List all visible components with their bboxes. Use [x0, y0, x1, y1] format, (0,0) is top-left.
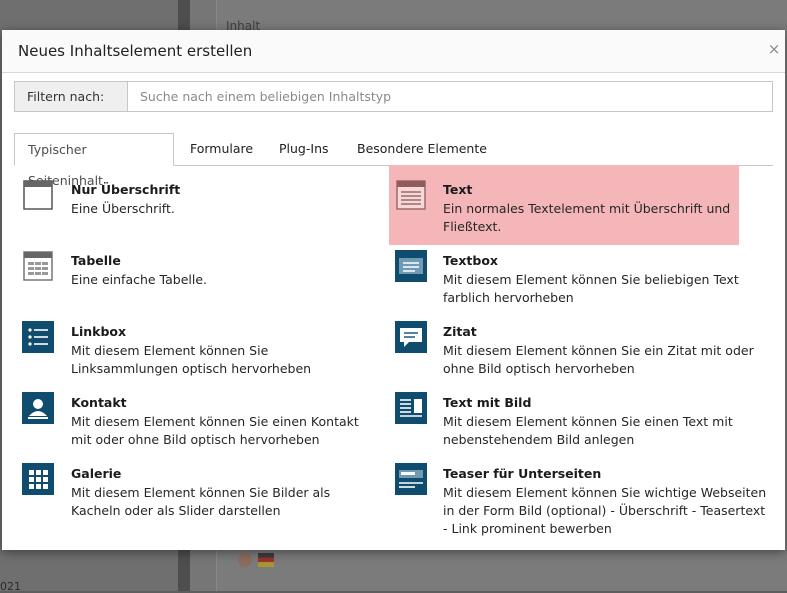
- element-title: Galerie: [71, 466, 122, 481]
- tab-typischer-seiteninhalt[interactable]: Typischer Seiteninhalt: [14, 133, 174, 188]
- element-description: Mit diesem Element können Sie einen Kont…: [71, 414, 359, 447]
- gallery-icon: [22, 463, 54, 495]
- element-tabelle[interactable]: Tabelle Eine einfache Tabelle.: [4, 236, 374, 316]
- background-year-text: 021: [0, 580, 21, 593]
- modal-header: Neues Inhaltselement erstellen ×: [2, 30, 785, 73]
- tab-besondere-elemente[interactable]: Besondere Elemente: [344, 133, 500, 164]
- element-title: Linkbox: [71, 324, 127, 339]
- new-content-element-modal: Neues Inhaltselement erstellen × Filtern…: [2, 30, 785, 550]
- element-description: Eine einfache Tabelle.: [71, 272, 208, 287]
- filter-label: Filtern nach:: [14, 81, 127, 112]
- element-kontakt[interactable]: Kontakt Mit diesem Element können Sie ei…: [4, 378, 374, 458]
- header-only-icon: [22, 179, 54, 211]
- tab-formulare[interactable]: Formulare: [177, 133, 266, 164]
- content-element-grid: Nur Überschrift Eine Überschrift. Text E…: [2, 165, 785, 550]
- table-icon: [22, 250, 54, 282]
- element-description: Ein normales Textelement mit Überschrift…: [443, 201, 731, 234]
- close-button[interactable]: ×: [767, 40, 781, 58]
- element-description: Mit diesem Element können Sie Linksammlu…: [71, 343, 312, 376]
- element-title: Text mit Bild: [443, 395, 532, 410]
- element-description: Mit diesem Element können Sie wichtige W…: [443, 485, 767, 536]
- tab-plug-ins[interactable]: Plug-Ins: [266, 133, 342, 164]
- element-title: Teaser für Unterseiten: [443, 466, 602, 481]
- element-linkbox[interactable]: Linkbox Mit diesem Element können Sie Li…: [4, 307, 374, 387]
- element-title: Kontakt: [71, 395, 127, 410]
- german-flag-icon: [258, 553, 274, 567]
- textbox-icon: [395, 250, 427, 282]
- element-title: Tabelle: [71, 253, 121, 268]
- text-icon: [395, 179, 427, 211]
- quote-icon: [395, 321, 427, 353]
- element-description: Mit diesem Element können Sie ein Zitat …: [443, 343, 754, 376]
- teaser-icon: [395, 463, 427, 495]
- hidden-status-icon: [238, 553, 252, 567]
- element-teaser-fuer-unterseiten[interactable]: Teaser für Unterseiten Mit diesem Elemen…: [389, 449, 766, 539]
- filter-row: Filtern nach:: [14, 81, 773, 112]
- element-title: Zitat: [443, 324, 477, 339]
- element-nur-ueberschrift[interactable]: Nur Überschrift Eine Überschrift.: [4, 165, 374, 245]
- element-title: Textbox: [443, 253, 498, 268]
- text-image-icon: [395, 392, 427, 424]
- element-title: Text: [443, 182, 473, 197]
- background-language-icons: [238, 553, 274, 567]
- filter-search-input[interactable]: [127, 81, 773, 112]
- element-description: Eine Überschrift.: [71, 201, 175, 216]
- tab-bar: Typischer Seiteninhalt Formulare Plug-In…: [14, 133, 773, 188]
- modal-title: Neues Inhaltselement erstellen: [18, 42, 253, 60]
- element-description: Mit diesem Element können Sie Bilder als…: [71, 485, 331, 518]
- element-zitat[interactable]: Zitat Mit diesem Element können Sie ein …: [389, 307, 759, 387]
- element-description: Mit diesem Element können Sie einen Text…: [443, 414, 733, 447]
- element-textbox[interactable]: Textbox Mit diesem Element können Sie be…: [389, 236, 759, 316]
- element-text[interactable]: Text Ein normales Textelement mit Übersc…: [389, 165, 739, 245]
- element-text-mit-bild[interactable]: Text mit Bild Mit diesem Element können …: [389, 378, 759, 458]
- linkbox-icon: [22, 321, 54, 353]
- element-description: Mit diesem Element können Sie beliebigen…: [443, 272, 739, 305]
- element-title: Nur Überschrift: [71, 182, 181, 197]
- element-galerie[interactable]: Galerie Mit diesem Element können Sie Bi…: [4, 449, 374, 529]
- contact-icon: [22, 392, 54, 424]
